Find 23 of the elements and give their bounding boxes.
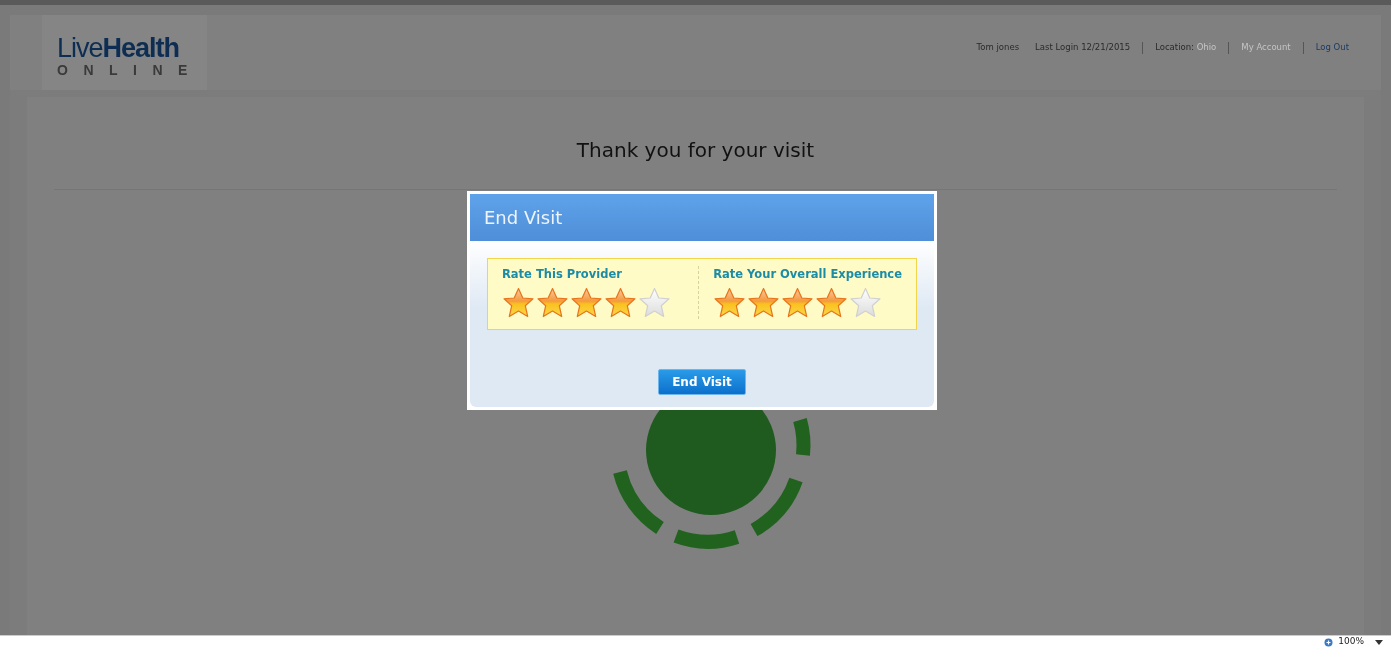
- empty-star-icon[interactable]: [849, 287, 883, 320]
- filled-star-icon[interactable]: [713, 287, 747, 320]
- zoom-level[interactable]: 100%: [1338, 635, 1364, 648]
- filled-star-icon[interactable]: [502, 287, 535, 320]
- end-visit-button[interactable]: End Visit: [658, 369, 746, 396]
- logout-link[interactable]: Log Out: [1315, 41, 1349, 54]
- filled-star-icon[interactable]: [604, 287, 637, 320]
- rating-label: Rate Your Overall Experience: [713, 266, 902, 283]
- filled-star-icon[interactable]: [747, 287, 781, 320]
- filled-star-icon[interactable]: [570, 287, 603, 320]
- location-info: Location: Ohio: [1155, 41, 1217, 54]
- filled-star-icon[interactable]: [536, 287, 569, 320]
- logo-tagline: ONLINE: [57, 62, 193, 79]
- filled-star-icon[interactable]: [815, 287, 849, 320]
- dropdown-caret-icon[interactable]: [1375, 639, 1383, 645]
- empty-star-icon[interactable]: [638, 287, 671, 320]
- dialog-title: End Visit: [470, 194, 934, 241]
- last-login: Last Login 12/21/2015: [1035, 41, 1131, 54]
- logo-wordmark: LiveHealth: [57, 35, 181, 62]
- user-name: Tom jones: [976, 41, 1020, 54]
- rating-label: Rate This Provider: [502, 266, 623, 283]
- filled-star-icon[interactable]: [781, 287, 815, 320]
- page-title: Thank you for your visit: [575, 137, 816, 164]
